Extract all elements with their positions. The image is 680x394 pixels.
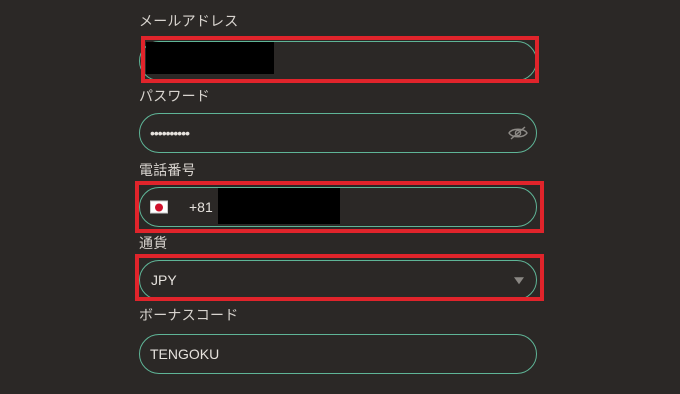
japan-flag-icon[interactable] [150, 200, 168, 214]
phone-dial-code: +81 [189, 199, 213, 215]
phone-label: 電話番号 [139, 163, 196, 179]
password-label: パスワード [139, 89, 210, 105]
eye-slash-icon[interactable] [508, 126, 528, 140]
caret-down-icon[interactable] [514, 277, 524, 285]
currency-select[interactable]: JPY [139, 260, 537, 300]
currency-label: 通貨 [139, 236, 168, 252]
phone-redaction [218, 188, 340, 224]
currency-selected-value: JPY [151, 272, 177, 288]
email-label: メールアドレス [139, 14, 239, 30]
bonus-code-label: ボーナスコード [139, 308, 239, 324]
password-field[interactable]: •••••••••• [139, 113, 537, 153]
email-redaction [146, 42, 274, 74]
bonus-code-value: TENGOKU [150, 346, 220, 362]
bonus-code-field[interactable]: TENGOKU [139, 334, 537, 374]
password-value: •••••••••• [150, 125, 190, 141]
